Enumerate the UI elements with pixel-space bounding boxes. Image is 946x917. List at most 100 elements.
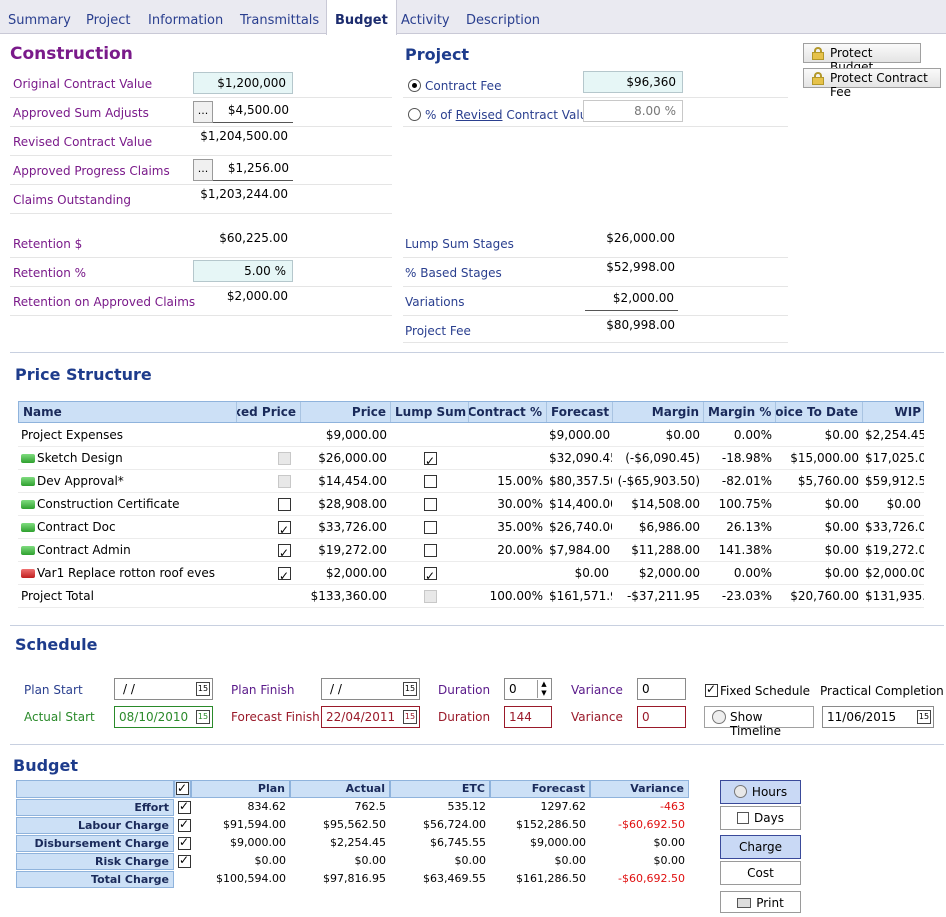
- contract-fee-radio[interactable]: [408, 79, 421, 92]
- clock-icon: [712, 710, 726, 724]
- col-margin-pct-header[interactable]: Margin %: [704, 402, 776, 422]
- table-row[interactable]: Contract Admin $19,272.00 20.00% $7,984.00 $…: [18, 539, 924, 562]
- tab-information[interactable]: Information: [140, 0, 231, 34]
- fixed-price-checkbox[interactable]: [278, 565, 291, 584]
- calendar-icon[interactable]: 15: [196, 682, 210, 696]
- row-margin-pct-cell: -82.01%: [721, 474, 772, 488]
- tab-project[interactable]: Project: [78, 0, 138, 34]
- budget-plan-header[interactable]: Plan: [191, 780, 290, 798]
- budget-title: Budget: [13, 756, 78, 775]
- col-pct-contract-header[interactable]: % of Contract: [469, 402, 547, 422]
- forecast-variance-input[interactable]: 0: [637, 706, 686, 728]
- col-margin-header[interactable]: Margin: [613, 402, 704, 422]
- fixed-schedule-checkbox[interactable]: [705, 682, 718, 697]
- budget-forecast-header[interactable]: Forecast: [490, 780, 590, 798]
- budget-forecast-cell: 1297.62: [540, 800, 587, 813]
- budget-etc-header[interactable]: ETC: [390, 780, 490, 798]
- duration-spinner-icon[interactable]: ▲ ▼: [537, 680, 550, 698]
- actual-start-input[interactable]: 08/10/2010 15: [114, 706, 213, 728]
- tab-budget[interactable]: Budget: [326, 0, 397, 35]
- budget-etc-cell: $63,469.55: [423, 872, 486, 885]
- row-forecast-cell: $9,000.00: [549, 428, 611, 442]
- col-name-header[interactable]: Name: [19, 402, 237, 422]
- charge-button[interactable]: Charge: [720, 835, 801, 859]
- plan-start-input[interactable]: / / 15: [114, 678, 213, 700]
- budget-plan-cell: $100,594.00: [216, 872, 286, 885]
- plan-finish-input[interactable]: / / 15: [321, 678, 420, 700]
- contract-fee-input[interactable]: $96,360: [583, 71, 683, 93]
- percent-based-stages-label: % Based Stages: [405, 266, 502, 280]
- practical-completion-input[interactable]: 11/06/2015 15: [822, 706, 934, 728]
- table-row[interactable]: Var1 Replace rotton roof eves $2,000.00 $0…: [18, 562, 924, 585]
- calendar-icon[interactable]: 15: [403, 682, 417, 696]
- tab-activity[interactable]: Activity: [393, 0, 458, 34]
- row-name-cell: Dev Approval*: [18, 470, 236, 492]
- row-invoice-cell: $0.00: [824, 497, 859, 511]
- fixed-price-checkbox[interactable]: [278, 498, 291, 511]
- protect-budget-button[interactable]: Protect Budget: [803, 43, 921, 74]
- budget-variance-cell: -$60,692.50: [618, 818, 685, 831]
- row-forecast-cell: $7,984.00: [549, 543, 611, 557]
- lump-sum-stages-label: Lump Sum Stages: [405, 237, 514, 251]
- budget-actual-header[interactable]: Actual: [290, 780, 390, 798]
- lump-sum-checkbox[interactable]: [424, 450, 437, 469]
- col-wip-header[interactable]: WIP: [863, 402, 925, 422]
- fixed-price-checkbox[interactable]: [278, 542, 291, 561]
- percent-of-contract-input[interactable]: 8.00 %: [583, 100, 683, 122]
- row-wip-cell: $59,912.50: [865, 474, 924, 488]
- retention-percent-input[interactable]: 5.00 %: [193, 260, 293, 282]
- protect-contract-fee-button[interactable]: Protect Contract Fee: [803, 68, 941, 99]
- plan-variance-input[interactable]: 0: [637, 678, 686, 700]
- col-lump-sum-header[interactable]: Lump Sum: [391, 402, 469, 422]
- lump-sum-checkbox[interactable]: [424, 565, 437, 584]
- hours-button[interactable]: Hours: [720, 780, 801, 804]
- budget-row-checkbox[interactable]: [178, 835, 191, 850]
- col-fixed-price-header[interactable]: Fixed Price: [237, 402, 301, 422]
- lump-sum-checkbox[interactable]: [424, 544, 437, 557]
- calendar-icon[interactable]: 15: [917, 710, 931, 724]
- lump-sum-checkbox[interactable]: [424, 498, 437, 511]
- forecast-finish-input[interactable]: 22/04/2011 15: [321, 706, 420, 728]
- row-price-cell: $26,000.00: [318, 451, 387, 465]
- lump-sum-checkbox[interactable]: [424, 521, 437, 534]
- row-divider: [10, 286, 392, 287]
- budget-select-all-checkbox[interactable]: [176, 780, 189, 796]
- budget-row-checkbox[interactable]: [178, 817, 191, 832]
- budget-row-checkbox[interactable]: [178, 799, 191, 814]
- calendar-icon[interactable]: 15: [196, 710, 210, 724]
- budget-row-checkbox[interactable]: [178, 853, 191, 868]
- row-pct-cell: 20.00%: [497, 543, 543, 557]
- col-price-header[interactable]: Price: [301, 402, 391, 422]
- budget-variance-header[interactable]: Variance: [590, 780, 689, 798]
- table-row[interactable]: Construction Certificate $28,908.00 30.00%…: [18, 493, 924, 516]
- calendar-icon[interactable]: 15: [403, 710, 417, 724]
- forecast-duration-input[interactable]: 144: [504, 706, 552, 728]
- green-flag-icon: [21, 500, 35, 509]
- approved-sum-adjusts-button[interactable]: ...: [193, 101, 213, 123]
- fixed-price-checkbox[interactable]: [278, 519, 291, 538]
- col-invoice-header[interactable]: Invoice To Date: [776, 402, 863, 422]
- print-button[interactable]: Print: [720, 891, 801, 913]
- days-button[interactable]: Days: [720, 806, 801, 830]
- plan-duration-input[interactable]: 0 ▲ ▼: [504, 678, 552, 700]
- original-contract-value-input[interactable]: $1,200,000: [193, 72, 293, 94]
- table-row[interactable]: Project Total $133,360.00 100.00% $161,571.…: [18, 585, 924, 608]
- tab-description[interactable]: Description: [458, 0, 548, 34]
- tab-summary[interactable]: Summary: [0, 0, 79, 34]
- lump-sum-cell: [390, 470, 468, 492]
- table-row[interactable]: Contract Doc $33,726.00 35.00% $26,740.00 $6…: [18, 516, 924, 539]
- table-row[interactable]: Sketch Design $26,000.00 $32,090.45 (-$6,09…: [18, 447, 924, 470]
- table-row[interactable]: Project Expenses $9,000.00 $9,000.00 $0.00 0…: [18, 424, 924, 447]
- budget-variance-cell: $0.00: [653, 836, 686, 849]
- show-timeline-button[interactable]: Show Timeline: [704, 706, 814, 738]
- col-forecast-header[interactable]: Forecast: [547, 402, 613, 422]
- cost-button[interactable]: Cost: [720, 861, 801, 885]
- table-row[interactable]: Dev Approval* $14,454.00 15.00% $80,357.50 (…: [18, 470, 924, 493]
- lump-sum-checkbox[interactable]: [424, 475, 437, 488]
- percent-of-contract-radio[interactable]: [408, 108, 421, 121]
- budget-select-all-cell: [174, 780, 191, 798]
- original-contract-value-label: Original Contract Value: [13, 77, 153, 91]
- tab-transmittals[interactable]: Transmittals: [232, 0, 327, 34]
- approved-progress-claims-button[interactable]: ...: [193, 159, 213, 181]
- row-divider: [403, 342, 788, 343]
